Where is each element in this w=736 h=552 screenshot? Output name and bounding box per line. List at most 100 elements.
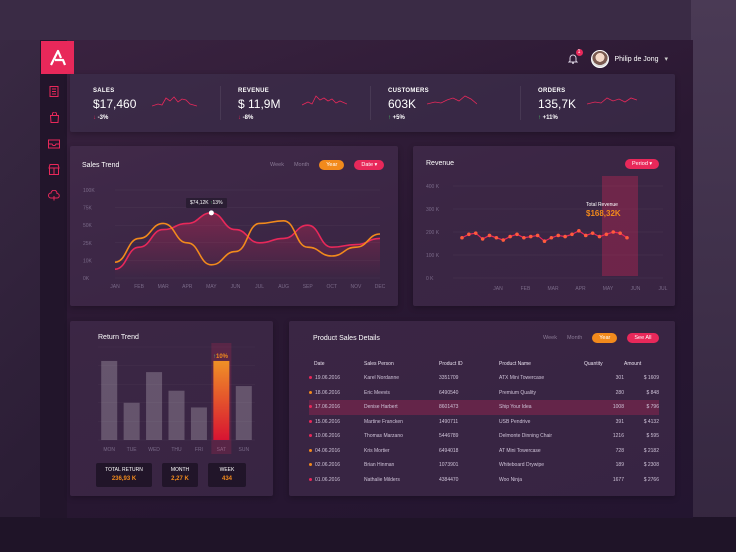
cell-quantity: 189	[615, 462, 624, 469]
status-dot	[309, 477, 312, 481]
column-header-amount[interactable]: Amount	[624, 357, 659, 371]
see-all-button[interactable]: See All	[627, 333, 659, 343]
background-bottom	[0, 517, 736, 552]
x-tick-label: NOV	[350, 284, 362, 290]
tab-week[interactable]: Week	[543, 335, 557, 341]
cell-date-text: 15.06.2016	[315, 418, 341, 425]
table-row[interactable]: 18.06.2016 Eric Meevis 6490540 Premium Qual…	[309, 386, 659, 401]
user-name[interactable]: Philip de Jong	[615, 56, 659, 63]
cell-sales-person: Brian Hinman	[364, 462, 395, 469]
data-point	[480, 237, 485, 241]
background-top	[0, 0, 736, 40]
sales-tooltip: $74,12K ↑13%	[186, 198, 227, 208]
data-point	[570, 232, 574, 237]
column-header-quantity[interactable]: Quantity	[584, 357, 624, 371]
cell-amount: $ 848	[646, 389, 659, 396]
status-dot	[309, 448, 312, 452]
app-logo[interactable]: A	[41, 41, 74, 74]
background-right	[691, 0, 736, 552]
x-tick-label: FEB	[521, 286, 531, 292]
cell-amount: $ 2308	[643, 462, 659, 469]
box-label: WEEK	[219, 467, 235, 473]
status-dot	[309, 376, 312, 380]
cell-date: 04.06.2016	[309, 444, 364, 459]
cell-amount: $ 2182	[643, 447, 659, 454]
status-dot	[309, 463, 312, 467]
cell-product-name: AT Mini Towercase	[499, 447, 541, 454]
column-header-sales-person[interactable]: Sales Person	[364, 357, 439, 371]
bar	[123, 402, 140, 440]
tooltip-change: 13%	[212, 200, 223, 206]
sparkline	[587, 97, 637, 105]
product-sales-title: Product Sales Details	[313, 335, 380, 342]
kpi-change: ↓ -3%	[93, 115, 108, 121]
tab-year[interactable]: Year	[592, 333, 618, 343]
kpi-orders: ORDERS 135,7K ↑ +11%	[515, 74, 665, 132]
kpi-value: 135,7K	[538, 97, 577, 111]
cell-amount: $ 2766	[643, 476, 659, 483]
data-point	[549, 235, 554, 240]
cell-date-text: 10.06.2016	[315, 433, 341, 440]
sparkline	[302, 95, 347, 106]
column-header-date[interactable]: Date	[309, 357, 364, 371]
column-header-product-name[interactable]: Product Name	[499, 357, 584, 371]
cell-product-name: Delmonte Dinning Chair	[499, 433, 553, 440]
x-tick-label: FRI	[195, 447, 203, 453]
table-row[interactable]: 17.06.2016 Denise Harbert 8601473 Ship Your…	[309, 400, 659, 415]
data-point	[467, 232, 471, 237]
x-tick-label: WED	[148, 447, 160, 453]
status-dot	[309, 419, 312, 423]
table-row[interactable]: 01.06.2016 Nathalie Milders 4384470 Woo Nin…	[309, 473, 659, 488]
cell-quantity: 391	[615, 418, 624, 425]
notification-badge: 1	[575, 49, 583, 56]
table-row[interactable]: 15.06.2016 Martine Francken 1490711 USB Pen…	[309, 415, 659, 430]
box-label: MONTH	[170, 467, 190, 473]
cell-sales-person: Denise Harbert	[364, 400, 439, 415]
chevron-down-icon[interactable]: ▾	[664, 55, 668, 63]
store-icon[interactable]	[48, 164, 60, 176]
box-label: TOTAL RETURN	[105, 467, 143, 473]
table-row[interactable]: 19.06.2016 Karel Nordanne 3351709 ATX Mini …	[309, 371, 659, 386]
month-return-box: MONTH 2,27 K	[162, 463, 198, 487]
table-row[interactable]: 02.06.2016 Brian Hinman 1073901 Whiteboard …	[309, 458, 659, 473]
bag-icon[interactable]	[48, 111, 60, 124]
cell-product-id: 8601473	[439, 400, 499, 415]
document-icon[interactable]	[48, 86, 60, 98]
sidebar	[40, 40, 67, 518]
data-point	[460, 235, 464, 240]
tab-month[interactable]: Month	[567, 335, 582, 341]
bar	[190, 407, 207, 440]
table-row[interactable]: 10.06.2016 Thomas Marzano 5446789 Delmonte …	[309, 429, 659, 444]
bell-icon[interactable]: 1	[567, 49, 583, 65]
cell-date: 15.06.2016	[309, 415, 364, 430]
data-point	[597, 234, 602, 239]
cloud-icon[interactable]	[48, 189, 60, 202]
return-trend-chart: MONTUEWEDTHUFRISATSUN	[98, 343, 255, 454]
x-tick-label: JUL	[659, 286, 668, 292]
data-point	[542, 239, 547, 243]
avatar[interactable]	[590, 50, 609, 68]
highlight-band	[602, 176, 638, 276]
y-tick-label: 100K	[83, 188, 95, 194]
x-tick-label: MAY	[603, 286, 614, 292]
data-point	[604, 232, 609, 237]
y-tick-label: 0K	[83, 276, 90, 282]
data-point	[522, 235, 526, 240]
sales-trend-card: Sales Trend Week Month Year Date ▾ 100K 7…	[70, 146, 398, 306]
cell-date-text: 17.06.2016	[315, 404, 341, 411]
table-row[interactable]: 04.06.2016 Kris Mortier 6494018 AT Mini Tow…	[309, 444, 659, 459]
cell-quantity: 1677	[612, 476, 624, 483]
revenue-card: Revenue Period ▾ 400 K 300 K 200 K 100 K0 K…	[413, 146, 675, 306]
x-tick-label: JAN	[110, 284, 120, 290]
kpi-change: ↑ +5%	[388, 115, 405, 121]
inbox-icon[interactable]	[48, 138, 60, 150]
cell-date: 18.06.2016	[309, 386, 364, 401]
column-header-product-id[interactable]: Product ID	[439, 357, 499, 371]
cell-product-id: 3351709	[439, 375, 459, 382]
topbar-user: 1 Philip de Jong ▾	[567, 49, 668, 69]
x-tick-label: AUG	[278, 284, 289, 290]
cell-quantity: 1216	[612, 433, 624, 440]
y-tick-label: 50K	[83, 223, 93, 229]
product-sales-table: Date Sales Person Product ID Product Nam…	[309, 357, 659, 487]
kpi-bar: SALES $17,460 ↓ -3% REVENUE $ 11,9M ↓ -8…	[70, 74, 675, 132]
